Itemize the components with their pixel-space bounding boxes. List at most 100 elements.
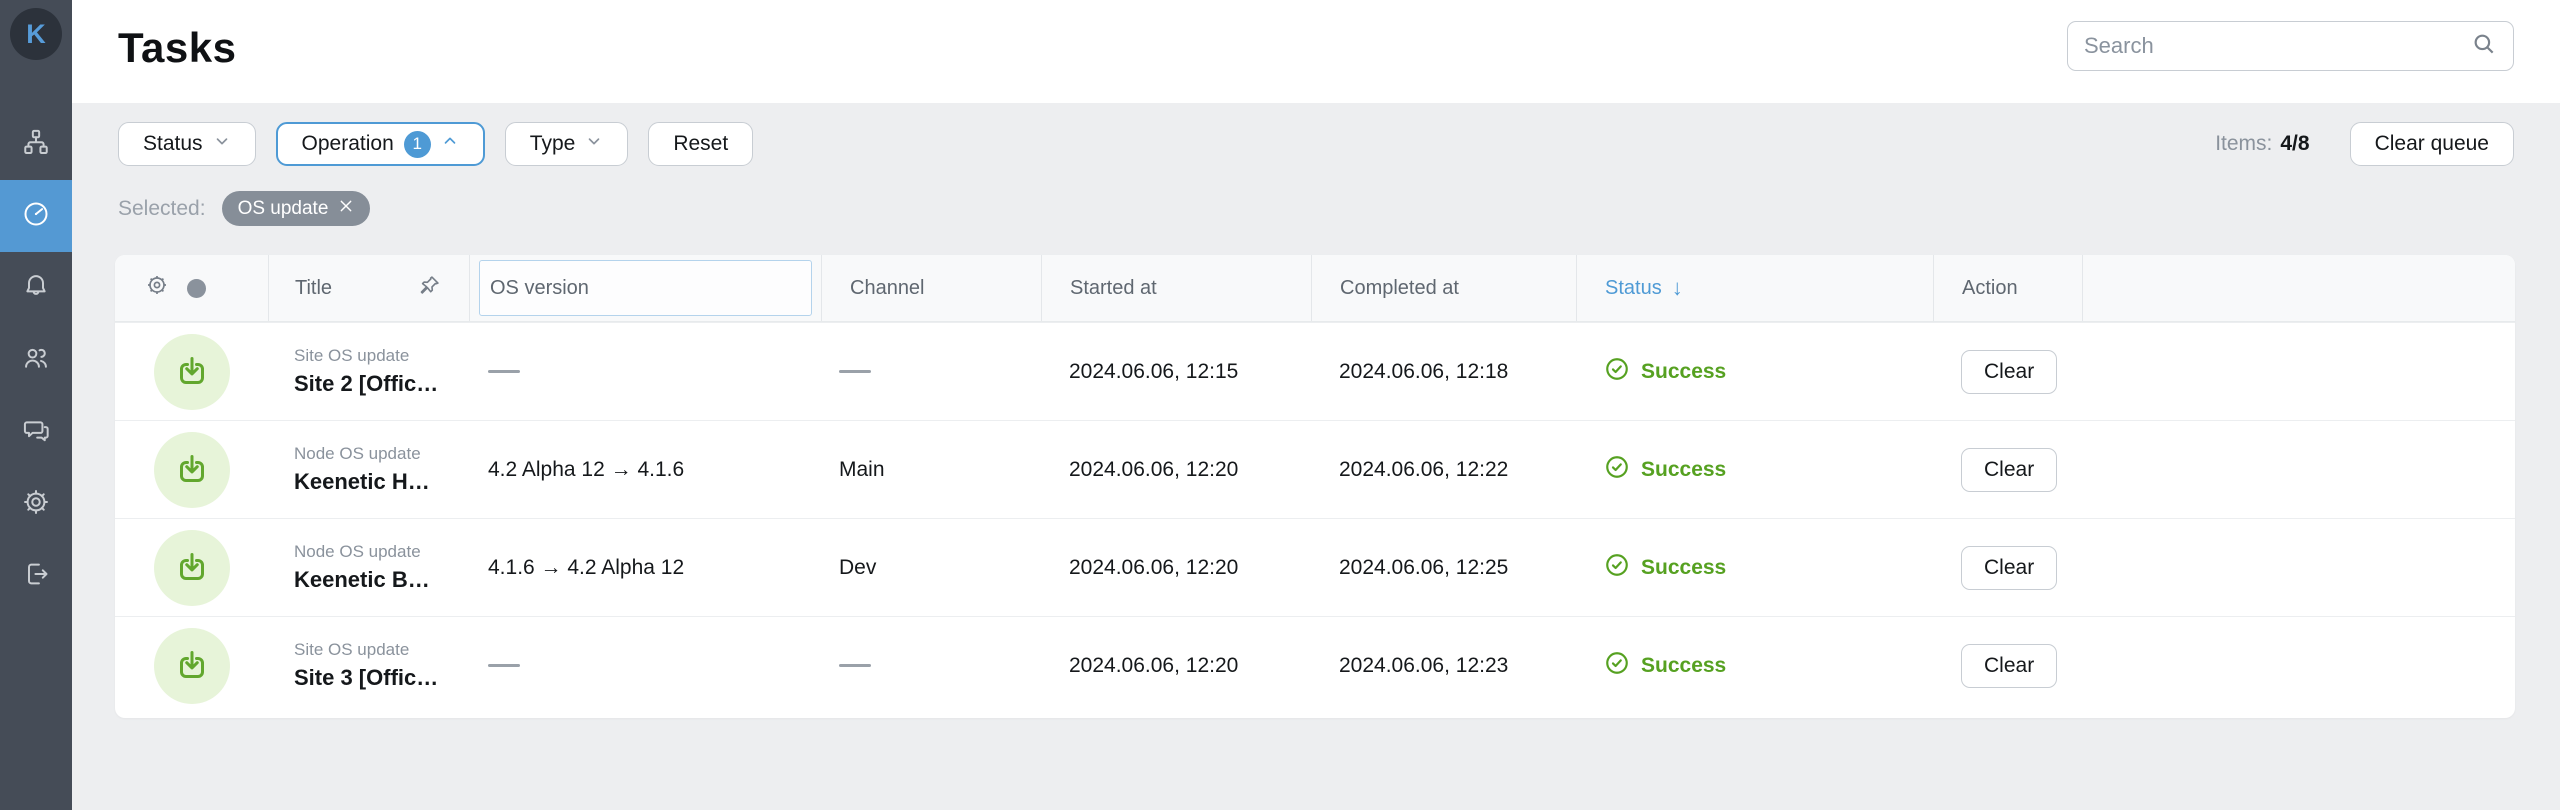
completed-at-cell: 2024.06.06, 12:22 <box>1311 421 1576 518</box>
os-version-cell <box>469 323 821 420</box>
started-at-cell: 2024.06.06, 12:15 <box>1041 323 1311 420</box>
task-type-label: Site OS update <box>294 640 409 660</box>
action-cell: Clear <box>1933 617 2082 714</box>
empty-cell <box>2082 323 2515 420</box>
task-name: Keenetic H… <box>294 469 430 495</box>
column-header-channel[interactable]: Channel <box>821 255 1041 321</box>
select-all-circle-icon[interactable] <box>187 279 206 298</box>
os-update-download-icon <box>154 530 230 606</box>
action-cell: Clear <box>1933 519 2082 616</box>
clear-task-button[interactable]: Clear <box>1961 350 2057 394</box>
operation-count-badge: 1 <box>404 131 431 158</box>
completed-at-cell: 2024.06.06, 12:23 <box>1311 617 1576 714</box>
pin-icon[interactable] <box>418 274 441 303</box>
selected-chip-os-update[interactable]: OS update <box>222 191 371 226</box>
empty-value-dash <box>839 664 871 667</box>
table-row: Site OS update Site 2 [Offic… 2024.06.06… <box>115 322 2515 420</box>
os-version-column-label: OS version <box>490 277 589 300</box>
sidebar-item-settings[interactable] <box>0 468 72 540</box>
task-title-cell[interactable]: Site OS update Site 3 [Offic… <box>268 617 469 714</box>
task-name: Site 2 [Offic… <box>294 371 438 397</box>
status-cell: Success <box>1576 617 1933 714</box>
started-at-cell: 2024.06.06, 12:20 <box>1041 421 1311 518</box>
users-icon <box>22 344 50 377</box>
content-area: Status Operation 1 Type Reset Items: 4/8… <box>72 103 2560 810</box>
items-count-label: Items: <box>2215 132 2272 156</box>
success-check-icon <box>1604 650 1630 682</box>
task-title-cell[interactable]: Site OS update Site 2 [Offic… <box>268 323 469 420</box>
channel-column-label: Channel <box>850 277 925 300</box>
empty-value-dash <box>839 370 871 373</box>
status-filter-button[interactable]: Status <box>118 122 256 166</box>
clear-task-button[interactable]: Clear <box>1961 448 2057 492</box>
operation-filter-button[interactable]: Operation 1 <box>276 122 485 166</box>
column-header-status[interactable]: Status ↓ <box>1576 255 1933 321</box>
sidebar-item-topology[interactable] <box>0 108 72 180</box>
title-column-label: Title <box>295 277 332 300</box>
table-controls-cell <box>115 255 268 321</box>
table-row: Site OS update Site 3 [Offic… 2024.06.06… <box>115 616 2515 714</box>
reset-filters-button[interactable]: Reset <box>648 122 753 166</box>
search-input[interactable] <box>2084 33 2471 59</box>
os-update-download-icon <box>154 334 230 410</box>
clear-queue-button[interactable]: Clear queue <box>2350 122 2514 166</box>
type-filter-button[interactable]: Type <box>505 122 629 166</box>
chevron-up-icon <box>441 132 459 156</box>
sidebar-item-tasks[interactable] <box>0 180 72 252</box>
table-row: Node OS update Keenetic H… 4.2 Alpha 12 … <box>115 420 2515 518</box>
filter-bar-right: Items: 4/8 Clear queue <box>2215 122 2514 166</box>
table-header-row: Title OS version Channel Started at Comp… <box>115 255 2515 322</box>
started-at-cell: 2024.06.06, 12:20 <box>1041 519 1311 616</box>
clear-task-button[interactable]: Clear <box>1961 644 2057 688</box>
gear-icon <box>22 488 50 521</box>
empty-cell <box>2082 617 2515 714</box>
channel-cell <box>821 617 1041 714</box>
channel-cell <box>821 323 1041 420</box>
sidebar-item-messages[interactable] <box>0 396 72 468</box>
sidebar: K <box>0 0 72 810</box>
topology-icon <box>22 128 50 161</box>
status-cell: Success <box>1576 421 1933 518</box>
dashboard-icon <box>22 200 50 233</box>
column-header-completed-at[interactable]: Completed at <box>1311 255 1576 321</box>
task-type-icon-cell <box>115 617 268 714</box>
task-type-label: Site OS update <box>294 346 409 366</box>
clear-task-button[interactable]: Clear <box>1961 546 2057 590</box>
column-header-os-version[interactable]: OS version <box>469 255 821 321</box>
operation-filter-label: Operation <box>302 132 394 156</box>
started-at-column-label: Started at <box>1070 277 1157 300</box>
selected-filters-row: Selected: OS update <box>118 191 370 226</box>
chevron-down-icon <box>585 132 603 156</box>
os-update-download-icon <box>154 628 230 704</box>
sidebar-item-notifications[interactable] <box>0 252 72 324</box>
column-settings-gear-icon[interactable] <box>145 273 169 303</box>
sidebar-item-users[interactable] <box>0 324 72 396</box>
status-cell: Success <box>1576 519 1933 616</box>
status-column-label: Status <box>1605 277 1662 300</box>
sidebar-item-logout[interactable] <box>0 540 72 612</box>
close-icon[interactable] <box>328 198 354 220</box>
empty-cell <box>2082 421 2515 518</box>
app-logo[interactable]: K <box>10 8 62 60</box>
status-filter-label: Status <box>143 132 203 156</box>
task-title-cell[interactable]: Node OS update Keenetic B… <box>268 519 469 616</box>
started-at-cell: 2024.06.06, 12:20 <box>1041 617 1311 714</box>
task-type-label: Node OS update <box>294 542 421 562</box>
status-label: Success <box>1641 654 1726 678</box>
task-title-cell[interactable]: Node OS update Keenetic H… <box>268 421 469 518</box>
task-name: Site 3 [Offic… <box>294 665 438 691</box>
channel-cell: Main <box>821 421 1041 518</box>
os-version-cell: 4.1.6 → 4.2 Alpha 12 <box>469 519 821 616</box>
sort-descending-icon: ↓ <box>1672 275 1683 301</box>
search-icon[interactable] <box>2471 31 2497 62</box>
action-column-label: Action <box>1962 277 2018 300</box>
column-header-started-at[interactable]: Started at <box>1041 255 1311 321</box>
empty-value-dash <box>488 370 520 373</box>
completed-at-column-label: Completed at <box>1340 277 1459 300</box>
empty-value-dash <box>488 664 520 667</box>
search-box <box>2067 21 2514 71</box>
logo-letter: K <box>26 19 46 50</box>
column-header-title[interactable]: Title <box>268 255 469 321</box>
status-label: Success <box>1641 360 1726 384</box>
logout-icon <box>22 560 50 593</box>
